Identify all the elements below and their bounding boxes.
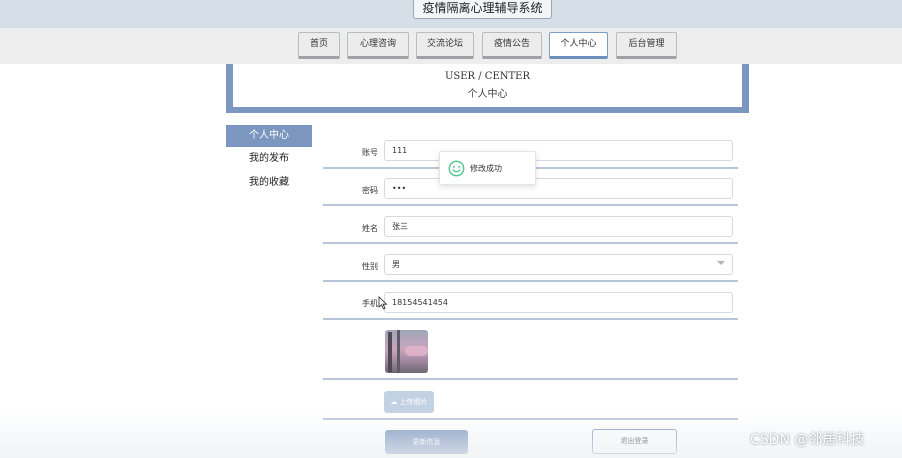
success-toast: 修改成功 [439, 151, 536, 185]
row-divider [323, 280, 738, 282]
banner-title-cn: 个人中心 [467, 89, 508, 100]
banner-title-en: USER / CENTER [444, 71, 531, 82]
account-label: 账号 [362, 148, 378, 157]
row-divider [323, 418, 738, 420]
phone-field[interactable]: 18154541454 [384, 292, 733, 313]
gender-value: 男 [392, 260, 400, 269]
site-title: 疫情隔离心理辅导系统 [413, 0, 552, 19]
logout-button[interactable]: 退出登录 [592, 429, 677, 454]
nav-item-admin[interactable]: 后台管理 [616, 32, 677, 59]
nav-item-home[interactable]: 首页 [298, 32, 340, 59]
cloud-upload-icon: ☁ [390, 398, 398, 406]
name-field[interactable]: 张三 [384, 216, 733, 237]
update-info-button[interactable]: 更新信息 [385, 430, 468, 454]
nav-item-forum[interactable]: 交流论坛 [416, 32, 474, 59]
section-banner: USER / CENTER 个人中心 [226, 64, 749, 113]
gender-label: 性别 [362, 262, 378, 271]
upload-image-button[interactable]: ☁ 上传图片 [384, 391, 434, 413]
upload-button-label: 上传图片 [399, 398, 428, 406]
nav-item-notice[interactable]: 疫情公告 [482, 32, 542, 59]
watermark: CSDN @邻居科技 [750, 432, 865, 448]
name-label: 姓名 [362, 224, 378, 233]
smile-icon [448, 160, 465, 177]
mouse-cursor-icon [378, 296, 388, 310]
row-divider [323, 318, 738, 320]
sidebar-item-my-posts[interactable]: 我的发布 [226, 148, 312, 170]
nav-item-consult[interactable]: 心理咨询 [347, 32, 409, 59]
password-label: 密码 [362, 186, 378, 195]
sidebar-item-my-favorites[interactable]: 我的收藏 [226, 172, 312, 194]
sidebar-item-user-center[interactable]: 个人中心 [226, 125, 312, 147]
phone-label: 手机 [362, 299, 378, 308]
gender-select[interactable]: 男 [384, 254, 733, 275]
password-field[interactable]: ••• [384, 178, 733, 199]
nav-bar: 首页 心理咨询 交流论坛 疫情公告 个人中心 后台管理 [0, 28, 902, 64]
row-divider [323, 242, 738, 244]
chevron-down-icon [717, 261, 725, 265]
nav-item-user-center[interactable]: 个人中心 [549, 32, 608, 59]
row-divider [323, 204, 738, 206]
avatar-image [385, 330, 428, 373]
account-field[interactable]: 111 [384, 140, 733, 161]
toast-message: 修改成功 [470, 164, 502, 173]
row-divider [323, 378, 738, 380]
